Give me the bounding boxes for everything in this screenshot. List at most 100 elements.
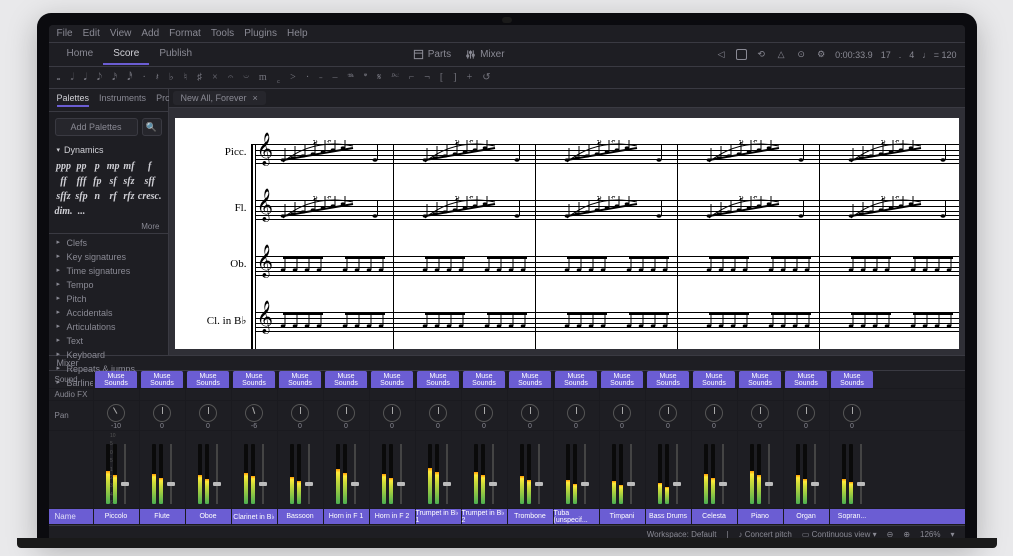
channel-name[interactable]: Celesta xyxy=(691,509,737,524)
palette-accidentals[interactable]: Accidentals xyxy=(49,306,168,320)
audiofx-slot[interactable] xyxy=(599,389,645,400)
menu-plugins[interactable]: Plugins xyxy=(244,28,277,39)
sound-chip[interactable]: Muse Sounds xyxy=(187,371,229,388)
volume-fader[interactable] xyxy=(308,444,310,504)
tool-18[interactable]: ˗ xyxy=(319,72,322,83)
channel-name[interactable]: Flute xyxy=(139,509,185,524)
tool-21[interactable]: 𝆯 xyxy=(364,72,367,83)
audiofx-slot[interactable] xyxy=(737,389,783,400)
dynamic-p[interactable]: p xyxy=(90,160,104,173)
sound-chip[interactable]: Muse Sounds xyxy=(417,371,459,388)
dynamic-sfz[interactable]: sfz xyxy=(122,175,136,188)
tool-24[interactable]: ⌐ xyxy=(409,72,415,83)
tool-10[interactable]: ♯ xyxy=(197,72,202,83)
tool-6[interactable]: · xyxy=(142,72,145,83)
palette-clefs[interactable]: Clefs xyxy=(49,236,168,250)
volume-fader[interactable] xyxy=(768,444,770,504)
pan-knob[interactable] xyxy=(429,404,447,422)
tool-12[interactable]: 𝄐 xyxy=(228,72,234,83)
channel-name[interactable]: Clarinet in B♭ xyxy=(231,509,277,524)
pan-knob[interactable] xyxy=(567,404,585,422)
audiofx-slot[interactable] xyxy=(461,389,507,400)
volume-fader[interactable] xyxy=(860,444,862,504)
sound-chip[interactable]: Muse Sounds xyxy=(509,371,551,388)
close-icon[interactable]: × xyxy=(253,93,258,103)
dynamic-rfz[interactable]: rfz xyxy=(122,190,136,203)
dynamic-sff[interactable]: sff xyxy=(138,175,162,188)
palette-tempo[interactable]: Tempo xyxy=(49,278,168,292)
volume-fader[interactable] xyxy=(124,444,126,504)
sound-chip[interactable]: Muse Sounds xyxy=(279,371,321,388)
volume-fader[interactable] xyxy=(584,444,586,504)
pan-knob[interactable] xyxy=(199,404,217,422)
tool-13[interactable]: 𝄑 xyxy=(243,72,249,83)
channel-name[interactable]: Horn in F 1 xyxy=(323,509,369,524)
dynamics-more[interactable]: More xyxy=(49,220,168,233)
score-viewport[interactable]: Picc.𝄞♯♯＞♯♯＞♯♯＞♯♯＞♯♯＞Fl.𝄞♯♯＞♯♯＞♯♯＞♯♯＞♯♯＞… xyxy=(169,108,965,355)
left-tab-palettes[interactable]: Palettes xyxy=(57,93,90,107)
pan-knob[interactable] xyxy=(104,401,129,425)
tool-0[interactable]: 𝅝 xyxy=(57,72,61,83)
channel-name[interactable]: Timpani xyxy=(599,509,645,524)
sound-chip[interactable]: Muse Sounds xyxy=(647,371,689,388)
staff-ob[interactable]: Ob.𝄞 xyxy=(255,248,959,296)
dynamic-mf[interactable]: mf xyxy=(122,160,136,173)
tab-home[interactable]: Home xyxy=(57,44,104,65)
channel-name[interactable]: Sopran... xyxy=(829,509,875,524)
pan-knob[interactable] xyxy=(613,404,631,422)
audiofx-slot[interactable] xyxy=(507,389,553,400)
pan-knob[interactable] xyxy=(521,404,539,422)
dynamic-sfp[interactable]: sfp xyxy=(75,190,89,203)
tool-8[interactable]: ♭ xyxy=(169,72,174,83)
dynamic-fp[interactable]: fp xyxy=(90,175,104,188)
sound-chip[interactable]: Muse Sounds xyxy=(739,371,781,388)
sound-chip[interactable]: Muse Sounds xyxy=(371,371,413,388)
tool-17[interactable]: · xyxy=(306,72,309,83)
menu-view[interactable]: View xyxy=(110,28,132,39)
sound-chip[interactable]: Muse Sounds xyxy=(325,371,367,388)
pan-knob[interactable] xyxy=(383,404,401,422)
channel-name[interactable]: Trumpet in B♭ 2 xyxy=(461,509,507,524)
sound-chip[interactable]: Muse Sounds xyxy=(785,371,827,388)
volume-fader[interactable] xyxy=(722,444,724,504)
volume-fader[interactable] xyxy=(492,444,494,504)
audiofx-slot[interactable] xyxy=(829,389,875,400)
audiofx-slot[interactable] xyxy=(139,389,185,400)
channel-name[interactable]: Tuba (unspecif... xyxy=(553,509,599,524)
pan-knob[interactable] xyxy=(751,404,769,422)
sound-chip[interactable]: Muse Sounds xyxy=(233,371,275,388)
channel-name[interactable]: Trombone xyxy=(507,509,553,524)
audiofx-slot[interactable] xyxy=(553,389,599,400)
dynamic-rf[interactable]: rf xyxy=(106,190,120,203)
volume-fader[interactable] xyxy=(216,444,218,504)
tool-27[interactable]: ] xyxy=(453,72,456,83)
sound-chip[interactable]: Muse Sounds xyxy=(693,371,735,388)
palette-time-signatures[interactable]: Time signatures xyxy=(49,264,168,278)
tool-20[interactable]: 𝆮 xyxy=(348,72,355,83)
staff-clinb[interactable]: Cl. in B♭𝄞 xyxy=(255,304,959,349)
channel-name[interactable]: Bassoon xyxy=(277,509,323,524)
rewind-icon[interactable]: ◁ xyxy=(715,49,727,61)
tab-score[interactable]: Score xyxy=(103,44,149,65)
audiofx-slot[interactable] xyxy=(323,389,369,400)
dynamic-pp[interactable]: pp xyxy=(75,160,89,173)
dynamic-sffz[interactable]: sffz xyxy=(55,190,73,203)
sound-chip[interactable]: Muse Sounds xyxy=(95,371,137,388)
channel-name[interactable]: Trumpet in B♭ 1 xyxy=(415,509,461,524)
tool-16[interactable]: > xyxy=(290,72,296,83)
dynamic-ff[interactable]: ff xyxy=(55,175,73,188)
volume-fader[interactable] xyxy=(446,444,448,504)
settings-icon[interactable]: ⚙ xyxy=(815,49,827,61)
menu-edit[interactable]: Edit xyxy=(83,28,100,39)
dynamic-f[interactable]: f xyxy=(138,160,162,173)
pan-knob[interactable] xyxy=(843,404,861,422)
tool-29[interactable]: ↺ xyxy=(482,72,490,83)
audiofx-slot[interactable] xyxy=(645,389,691,400)
left-tab-instruments[interactable]: Instruments xyxy=(99,93,146,107)
volume-fader[interactable] xyxy=(400,444,402,504)
parts-button[interactable]: Parts xyxy=(413,49,451,60)
palette-articulations[interactable]: Articulations xyxy=(49,320,168,334)
channel-name[interactable]: Organ xyxy=(783,509,829,524)
tool-2[interactable]: 𝅘𝅥 xyxy=(84,72,87,83)
menu-add[interactable]: Add xyxy=(141,28,159,39)
